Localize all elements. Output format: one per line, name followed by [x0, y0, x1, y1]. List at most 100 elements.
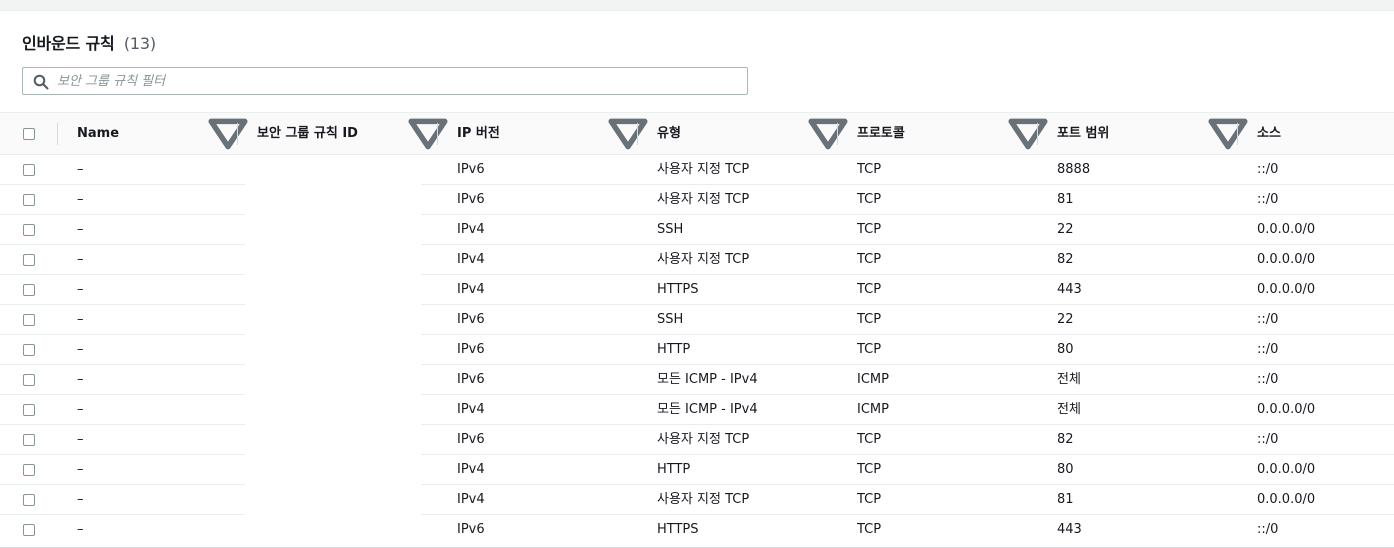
search-icon — [33, 74, 49, 90]
cell-port-range: 81 — [1057, 192, 1074, 207]
row-checkbox[interactable] — [23, 434, 35, 446]
cell-ip-version: IPv4 — [457, 222, 485, 237]
cell-name: – — [77, 372, 84, 387]
column-header-ip-version-label: IP 버전 — [457, 126, 500, 141]
cell-source: 0.0.0.0/0 — [1257, 282, 1316, 297]
row-checkbox[interactable] — [23, 284, 35, 296]
cell-ip-version: IPv4 — [457, 462, 485, 477]
cell-ip-version: IPv6 — [457, 522, 485, 537]
table-row[interactable]: – IPv6 SSH TCP 22 ::/0 — [0, 305, 1394, 335]
cell-port-range: 82 — [1057, 252, 1074, 267]
cell-source: ::/0 — [1257, 312, 1279, 327]
column-header-source[interactable]: 소스 — [1257, 113, 1281, 155]
cell-ip-version: IPv4 — [457, 252, 485, 267]
table-row[interactable]: – IPv4 SSH TCP 22 0.0.0.0/0 — [0, 215, 1394, 245]
panel-title-text: 인바운드 규칙 — [22, 34, 115, 53]
table-row[interactable]: – IPv4 HTTP TCP 80 0.0.0.0/0 — [0, 455, 1394, 485]
cell-protocol: TCP — [857, 222, 882, 237]
cell-source: ::/0 — [1257, 432, 1279, 447]
cell-port-range: 전체 — [1057, 372, 1081, 387]
panel-title: 인바운드 규칙 (13) — [22, 30, 156, 54]
cell-port-range: 82 — [1057, 432, 1074, 447]
cell-type: SSH — [657, 222, 684, 237]
table-header: Name 보안 그룹 규칙 ID IP 버전 유형 프로토콜 포트 범위 소스 — [0, 112, 1394, 155]
table-row[interactable]: – IPv6 사용자 지정 TCP TCP 81 ::/0 — [0, 185, 1394, 215]
cell-protocol: TCP — [857, 312, 882, 327]
cell-protocol: TCP — [857, 342, 882, 357]
row-checkbox[interactable] — [23, 224, 35, 236]
row-checkbox[interactable] — [23, 464, 35, 476]
cell-type: 사용자 지정 TCP — [657, 492, 750, 507]
table-row[interactable]: – IPv6 사용자 지정 TCP TCP 8888 ::/0 — [0, 155, 1394, 185]
cell-protocol: TCP — [857, 252, 882, 267]
column-header-ip-version[interactable]: IP 버전 — [457, 113, 500, 155]
table-row[interactable]: – IPv6 HTTP TCP 80 ::/0 — [0, 335, 1394, 365]
search-input[interactable] — [57, 68, 737, 94]
row-checkbox[interactable] — [23, 404, 35, 416]
sort-caret-down-icon[interactable] — [207, 113, 249, 155]
row-checkbox[interactable] — [23, 164, 35, 176]
table-row[interactable]: – IPv6 모든 ICMP - IPv4 ICMP 전체 ::/0 — [0, 365, 1394, 395]
table-row[interactable]: – IPv4 사용자 지정 TCP TCP 81 0.0.0.0/0 — [0, 485, 1394, 515]
row-checkbox[interactable] — [23, 494, 35, 506]
cell-port-range: 전체 — [1057, 402, 1081, 417]
table-row[interactable]: – IPv4 사용자 지정 TCP TCP 82 0.0.0.0/0 — [0, 245, 1394, 275]
cell-protocol: TCP — [857, 192, 882, 207]
cell-protocol: TCP — [857, 522, 882, 537]
cell-name: – — [77, 432, 84, 447]
column-header-name[interactable]: Name — [77, 113, 119, 155]
cell-name: – — [77, 282, 84, 297]
cell-source: 0.0.0.0/0 — [1257, 462, 1316, 477]
inbound-rules-panel: 인바운드 규칙 (13) Name 보안 그룹 규칙 ID — [0, 10, 1394, 548]
column-header-type[interactable]: 유형 — [657, 113, 681, 155]
column-divider — [437, 123, 438, 145]
cell-ip-version: IPv4 — [457, 492, 485, 507]
cell-type: 사용자 지정 TCP — [657, 192, 750, 207]
table-row[interactable]: – IPv6 HTTPS TCP 443 ::/0 — [0, 515, 1394, 545]
row-checkbox[interactable] — [23, 254, 35, 266]
sort-caret-down-icon[interactable] — [1207, 113, 1249, 155]
cell-port-range: 443 — [1057, 522, 1082, 537]
cell-type: HTTPS — [657, 282, 699, 297]
cell-protocol: TCP — [857, 492, 882, 507]
cell-name: – — [77, 162, 84, 177]
sort-caret-down-icon[interactable] — [1007, 113, 1049, 155]
table-row[interactable]: – IPv4 HTTPS TCP 443 0.0.0.0/0 — [0, 275, 1394, 305]
row-checkbox[interactable] — [23, 344, 35, 356]
cell-type: SSH — [657, 312, 684, 327]
sort-caret-down-icon[interactable] — [607, 113, 649, 155]
select-all-checkbox[interactable] — [23, 128, 35, 140]
cell-type: 모든 ICMP - IPv4 — [657, 372, 758, 387]
cell-name: – — [77, 252, 84, 267]
cell-source: 0.0.0.0/0 — [1257, 402, 1316, 417]
cell-name: – — [77, 342, 84, 357]
cell-port-range: 22 — [1057, 312, 1074, 327]
cell-port-range: 80 — [1057, 462, 1074, 477]
cell-type: 사용자 지정 TCP — [657, 252, 750, 267]
row-checkbox[interactable] — [23, 314, 35, 326]
column-divider — [1237, 123, 1238, 145]
cell-ip-version: IPv6 — [457, 312, 485, 327]
column-header-port-range[interactable]: 포트 범위 — [1057, 113, 1109, 155]
row-checkbox[interactable] — [23, 374, 35, 386]
table-row[interactable]: – IPv6 사용자 지정 TCP TCP 82 ::/0 — [0, 425, 1394, 455]
sort-caret-down-icon[interactable] — [407, 113, 449, 155]
rule-count: (13) — [123, 34, 156, 53]
row-checkbox[interactable] — [23, 524, 35, 536]
search-box[interactable] — [22, 67, 748, 95]
cell-ip-version: IPv6 — [457, 342, 485, 357]
column-header-protocol[interactable]: 프로토콜 — [857, 113, 905, 155]
column-divider — [1037, 123, 1038, 145]
rules-table: Name 보안 그룹 규칙 ID IP 버전 유형 프로토콜 포트 범위 소스 … — [0, 112, 1394, 545]
table-row[interactable]: – IPv4 모든 ICMP - IPv4 ICMP 전체 0.0.0.0/0 — [0, 395, 1394, 425]
sort-caret-down-icon[interactable] — [807, 113, 849, 155]
cell-port-range: 443 — [1057, 282, 1082, 297]
cell-name: – — [77, 492, 84, 507]
column-divider — [837, 123, 838, 145]
cell-port-range: 8888 — [1057, 162, 1091, 177]
cell-ip-version: IPv4 — [457, 282, 485, 297]
cell-type: 모든 ICMP - IPv4 — [657, 402, 758, 417]
row-checkbox[interactable] — [23, 194, 35, 206]
column-header-rule-id[interactable]: 보안 그룹 규칙 ID — [257, 113, 358, 155]
cell-protocol: ICMP — [857, 402, 889, 417]
